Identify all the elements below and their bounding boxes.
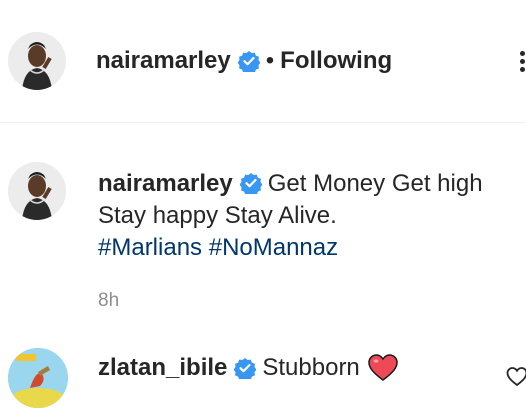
profile-photo-icon: [8, 162, 66, 220]
comment-body: Stubborn: [262, 354, 360, 381]
comment-avatar[interactable]: [8, 348, 68, 408]
caption-line-1: Get Money Get high: [267, 170, 483, 197]
post-header: nairamarley • Following: [0, 0, 526, 123]
avatar[interactable]: [8, 32, 66, 90]
post-timestamp[interactable]: 8h: [98, 290, 119, 312]
caption-avatar[interactable]: [8, 162, 66, 220]
heart-emoji-icon: [368, 354, 398, 382]
more-options-icon[interactable]: [516, 48, 526, 76]
hashtag-link[interactable]: #NoMannaz: [209, 234, 338, 261]
verified-badge-icon: [234, 357, 257, 379]
caption-line-2: Stay happy Stay Alive.: [98, 202, 337, 229]
verified-badge-icon: [239, 172, 262, 194]
comment-username[interactable]: zlatan_ibile: [98, 352, 227, 384]
like-heart-icon[interactable]: [506, 366, 526, 388]
header-title: nairamarley • Following: [96, 44, 392, 78]
profile-photo-icon: [8, 348, 68, 408]
verified-badge-icon: [237, 50, 260, 72]
post-author-username[interactable]: nairamarley: [96, 47, 231, 75]
caption-username[interactable]: nairamarley: [98, 170, 233, 197]
following-button[interactable]: Following: [280, 47, 392, 75]
comment-text: zlatan_ibile Stubborn: [98, 352, 398, 384]
separator-dot: •: [265, 47, 275, 74]
hashtag-link[interactable]: #Marlians: [98, 234, 202, 261]
caption-text: nairamarley Get Money Get high Stay happ…: [98, 168, 518, 264]
profile-photo-icon: [8, 32, 66, 90]
